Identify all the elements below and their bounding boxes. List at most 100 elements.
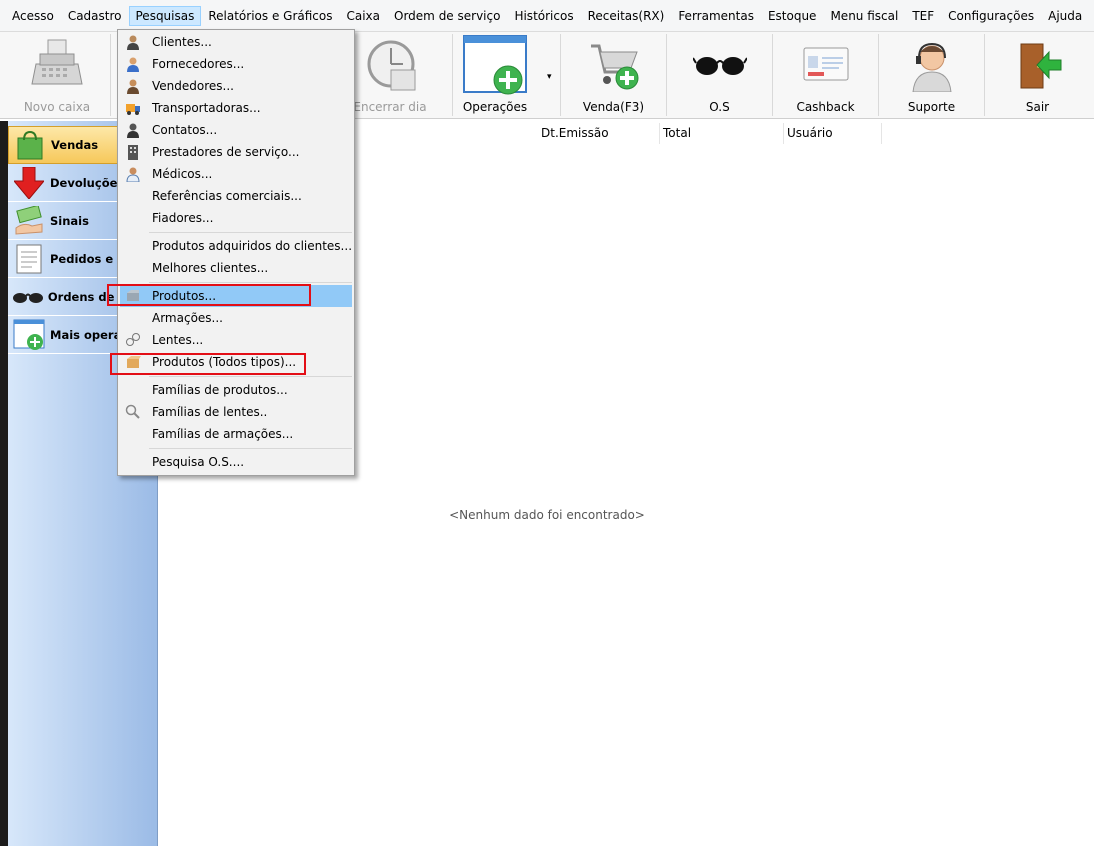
menu-item-label: Fornecedores...: [152, 57, 245, 71]
person-icon: [127, 123, 139, 138]
menu-caixa[interactable]: Caixa: [339, 6, 387, 26]
menu-pesquisas[interactable]: Pesquisas: [128, 5, 202, 26]
menu-separator: [149, 282, 352, 283]
sidebar-item-label: Vendas: [51, 138, 99, 152]
sair-button[interactable]: Sair: [985, 32, 1090, 118]
menu-item-label: Pesquisa O.S....: [152, 455, 245, 469]
operacoes-button[interactable]: Operações: [453, 32, 537, 118]
document-icon: [11, 242, 47, 276]
menu-receitas[interactable]: Receitas(RX): [581, 6, 672, 26]
menu-item-label: Referências comerciais...: [152, 189, 302, 203]
menu-item-familias-lentes[interactable]: Famílias de lentes..: [120, 401, 352, 423]
menu-item-contatos[interactable]: Contatos...: [120, 119, 352, 141]
menu-item-fiadores[interactable]: Fiadores...: [120, 207, 352, 229]
cashback-button[interactable]: Cashback: [773, 32, 878, 118]
menu-item-pesquisa-os[interactable]: Pesquisa O.S....: [120, 451, 352, 473]
building-icon: [128, 145, 138, 160]
menu-item-label: Lentes...: [152, 333, 204, 347]
pesquisas-dropdown-menu: Clientes... Fornecedores... Vendedores..…: [117, 29, 355, 476]
menu-item-clientes[interactable]: Clientes...: [120, 31, 352, 53]
menu-item-label: Melhores clientes...: [152, 261, 269, 275]
column-header-usuario[interactable]: Usuário: [784, 123, 882, 144]
os-button[interactable]: O.S: [667, 32, 772, 118]
menu-menu-fiscal[interactable]: Menu fiscal: [823, 6, 905, 26]
sidebar-item-label: Sinais: [50, 213, 89, 228]
lenses-icon: [126, 333, 140, 346]
menu-item-fornecedores[interactable]: Fornecedores...: [120, 53, 352, 75]
menu-separator: [149, 232, 352, 233]
os-label: O.S: [709, 100, 730, 114]
menu-ajuda[interactable]: Ajuda: [1041, 6, 1089, 26]
venda-button[interactable]: Venda(F3): [561, 32, 666, 118]
menu-item-label: Famílias de lentes..: [152, 405, 268, 419]
menu-item-label: Médicos...: [152, 167, 213, 181]
doctor-icon: [126, 167, 140, 182]
id-card-icon: [803, 47, 848, 81]
down-arrow-icon: [11, 166, 47, 200]
menu-item-vendedores[interactable]: Vendedores...: [120, 75, 352, 97]
window-edge: [0, 121, 8, 846]
glasses-icon: [692, 57, 747, 75]
menu-item-label: Contatos...: [152, 123, 218, 137]
menu-item-label: Famílias de armações...: [152, 427, 294, 441]
menu-acesso[interactable]: Acesso: [5, 6, 61, 26]
encerrar-dia-button[interactable]: Encerrar dia: [340, 32, 440, 118]
support-headset-icon: [911, 42, 952, 92]
sair-label: Sair: [1025, 100, 1050, 114]
menu-item-transportadoras[interactable]: Transportadoras...: [120, 97, 352, 119]
menu-item-label: Fiadores...: [152, 211, 214, 225]
truck-icon: [126, 104, 140, 115]
menu-item-familias-produtos[interactable]: Famílias de produtos...: [120, 379, 352, 401]
menu-item-prestadores[interactable]: Prestadores de serviço...: [120, 141, 352, 163]
menu-item-produtos-adquiridos[interactable]: Produtos adquiridos do clientes...: [120, 235, 352, 257]
menu-item-melhores-clientes[interactable]: Melhores clientes...: [120, 257, 352, 279]
menu-item-armacoes[interactable]: Armações...: [120, 307, 352, 329]
menu-item-label: Armações...: [152, 311, 223, 325]
menu-estoque[interactable]: Estoque: [761, 6, 824, 26]
menu-item-label: Clientes...: [152, 35, 212, 49]
person-icon: [127, 79, 139, 94]
exit-door-icon: [1020, 43, 1061, 89]
menu-historicos[interactable]: Históricos: [507, 6, 580, 26]
novo-caixa-label: Novo caixa: [23, 100, 91, 114]
cashback-label: Cashback: [796, 100, 855, 114]
menu-bar: Acesso Cadastro Pesquisas Relatórios e G…: [0, 0, 1094, 32]
menu-item-referencias[interactable]: Referências comerciais...: [120, 185, 352, 207]
money-hand-icon: [11, 204, 47, 238]
menu-relatorios[interactable]: Relatórios e Gráficos: [201, 6, 339, 26]
menu-ferramentas[interactable]: Ferramentas: [671, 6, 761, 26]
menu-item-medicos[interactable]: Médicos...: [120, 163, 352, 185]
clock-calendar-icon: [367, 40, 416, 91]
window-add-icon: [11, 318, 47, 352]
magnifier-icon: [125, 404, 140, 419]
annotation-highlight-box: [110, 353, 306, 375]
menu-item-label: Famílias de produtos...: [152, 383, 288, 397]
person-icon: [127, 35, 139, 50]
menu-item-label: Produtos adquiridos do clientes...: [152, 239, 353, 253]
novo-caixa-button[interactable]: Novo caixa: [4, 32, 110, 118]
menu-ordem-servico[interactable]: Ordem de serviço: [387, 6, 507, 26]
menu-cadastro[interactable]: Cadastro: [61, 6, 129, 26]
menu-item-familias-armacoes[interactable]: Famílias de armações...: [120, 423, 352, 445]
column-header-dt-emissao[interactable]: Dt.Emissão: [538, 123, 660, 144]
menu-tef[interactable]: TEF: [905, 6, 941, 26]
annotation-highlight-box: [107, 284, 311, 306]
menu-item-label: Vendedores...: [152, 79, 234, 93]
suporte-label: Suporte: [907, 100, 956, 114]
shopping-bag-icon: [12, 128, 48, 162]
suporte-button[interactable]: Suporte: [879, 32, 984, 118]
person-icon: [127, 57, 139, 72]
column-header-total[interactable]: Total: [660, 123, 784, 144]
encerrar-dia-label: Encerrar dia: [353, 100, 427, 114]
glasses-icon: [11, 280, 45, 314]
operacoes-dropdown-arrow[interactable]: ▾: [547, 72, 552, 82]
menu-item-lentes[interactable]: Lentes...: [120, 329, 352, 351]
menu-item-label: Transportadoras...: [152, 101, 261, 115]
toolbar-separator: [110, 34, 111, 116]
menu-separator: [149, 376, 352, 377]
venda-label: Venda(F3): [582, 100, 645, 114]
window-add-icon: [463, 35, 527, 95]
cash-register-icon: [31, 39, 83, 85]
empty-grid-message: <Nenhum dado foi encontrado>: [449, 508, 645, 522]
menu-configuracoes[interactable]: Configurações: [941, 6, 1041, 26]
